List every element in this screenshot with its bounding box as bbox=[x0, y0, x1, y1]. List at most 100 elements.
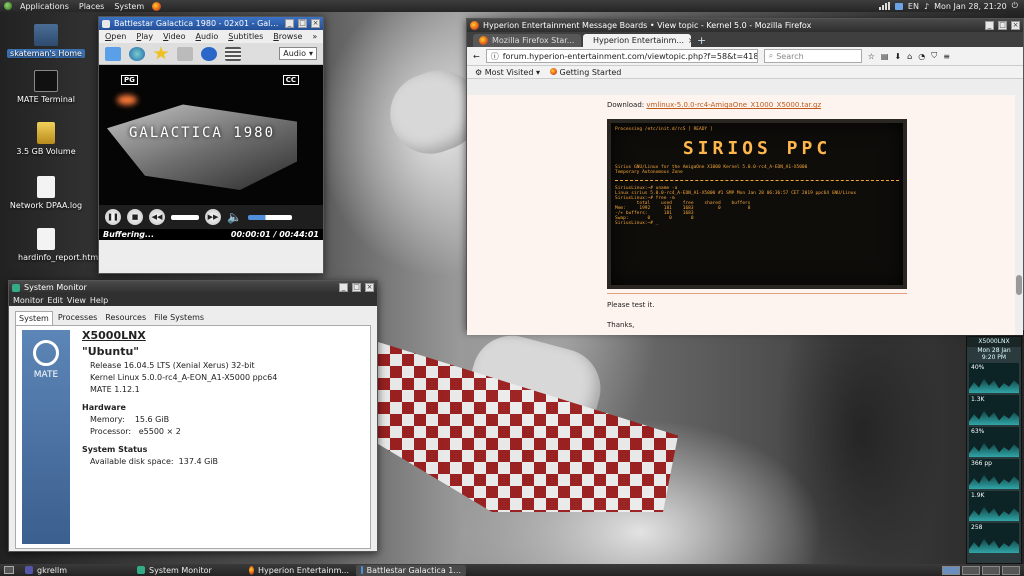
show-desktop-icon[interactable] bbox=[4, 566, 14, 574]
audio-track-select[interactable]: Audio ▾ bbox=[279, 47, 317, 60]
volume-icon[interactable]: 🔈 bbox=[227, 210, 242, 224]
media-player-toolbar: Audio ▾ bbox=[99, 43, 323, 65]
pocket-icon[interactable]: ◔ bbox=[918, 52, 925, 61]
desktop-icon-log[interactable]: Network DPAA.log bbox=[6, 176, 86, 210]
tab-firefox-start[interactable]: Mozilla Firefox Star... bbox=[473, 34, 581, 47]
task-media-player[interactable]: Battlestar Galactica 1... bbox=[356, 564, 466, 576]
desktop-icon-terminal[interactable]: MATE Terminal bbox=[6, 70, 86, 104]
task-firefox[interactable]: Hyperion Entertainm... bbox=[244, 565, 354, 576]
menu-overflow-icon[interactable]: » bbox=[312, 32, 317, 41]
gkrellm-graph bbox=[969, 442, 1019, 457]
gkrellm-panel[interactable]: 1.3K bbox=[969, 395, 1019, 425]
tab-processes[interactable]: Processes bbox=[55, 311, 100, 325]
tab-hyperion[interactable]: Hyperion Entertainm... × bbox=[583, 34, 691, 47]
gkrellm-monitor: X5000LNX Mon 28 Jan 9:20 PM 40% 1.3K 63%… bbox=[966, 336, 1022, 564]
bookmark-star-icon[interactable]: ☆ bbox=[868, 52, 875, 61]
memory-value: 15.6 GiB bbox=[134, 415, 170, 424]
forward-button[interactable]: ▶▶ bbox=[205, 209, 221, 225]
keyboard-layout-indicator[interactable]: EN bbox=[908, 2, 919, 11]
menu-open[interactable]: Open bbox=[105, 32, 126, 41]
system-monitor-titlebar[interactable]: System Monitor _ □ × bbox=[9, 281, 377, 294]
firefox-launcher-icon[interactable] bbox=[152, 1, 162, 11]
gkrellm-panel[interactable]: 1.9K bbox=[969, 491, 1019, 521]
task-label: Hyperion Entertainm... bbox=[258, 565, 349, 575]
close-button[interactable]: × bbox=[311, 19, 320, 28]
minimize-button[interactable]: _ bbox=[285, 19, 294, 28]
menu-monitor[interactable]: Monitor bbox=[13, 296, 43, 305]
tab-file-systems[interactable]: File Systems bbox=[151, 311, 207, 325]
desktop-icon-html[interactable]: hardinfo_report.html bbox=[6, 228, 100, 262]
maximize-button[interactable]: □ bbox=[998, 21, 1007, 30]
menu-help[interactable]: Help bbox=[90, 296, 108, 305]
reading-list-icon[interactable]: ▤ bbox=[881, 52, 889, 61]
menu-view[interactable]: View bbox=[67, 296, 86, 305]
task-gkrellm[interactable]: gkrellm bbox=[20, 565, 130, 576]
scrollbar-thumb[interactable] bbox=[1016, 275, 1022, 295]
gkrellm-panel[interactable]: 40% bbox=[969, 363, 1019, 393]
firefox-titlebar[interactable]: Hyperion Entertainment Message Boards • … bbox=[467, 19, 1023, 32]
workspace-4[interactable] bbox=[1002, 565, 1020, 575]
video-area[interactable]: PG CC GALACTICA 1980 bbox=[99, 65, 323, 205]
search-bar[interactable]: ⌕ Search bbox=[763, 49, 862, 63]
gkrellm-panel[interactable]: 63% bbox=[969, 427, 1019, 457]
volume-icon[interactable]: ♪ bbox=[924, 2, 929, 11]
info-icon[interactable] bbox=[201, 46, 217, 61]
workspace-2[interactable] bbox=[962, 565, 980, 575]
favorites-star-icon[interactable] bbox=[153, 46, 169, 60]
gkrellm-graph bbox=[969, 474, 1019, 489]
desktop-icon-home[interactable]: skateman's Home bbox=[6, 24, 86, 58]
url-bar[interactable]: ⓘ forum.hyperion-entertainment.com/viewt… bbox=[485, 49, 758, 63]
display-icon[interactable] bbox=[894, 2, 903, 10]
gkrellm-panel[interactable]: 258 bbox=[969, 523, 1019, 553]
tab-resources[interactable]: Resources bbox=[102, 311, 149, 325]
minimize-button[interactable]: _ bbox=[339, 283, 348, 292]
workspace-1[interactable] bbox=[942, 565, 960, 575]
media-player-titlebar[interactable]: Battlestar Galactica 1980 - 02x01 - Gala… bbox=[99, 17, 323, 30]
close-button[interactable]: × bbox=[365, 283, 374, 292]
stop-button[interactable]: ■ bbox=[127, 209, 143, 225]
open-file-icon[interactable] bbox=[105, 46, 121, 61]
shield-icon[interactable]: ⛉ bbox=[931, 51, 937, 61]
menu-play[interactable]: Play bbox=[136, 32, 153, 41]
power-icon[interactable]: ⏻ bbox=[1012, 1, 1018, 11]
menu-places[interactable]: Places bbox=[77, 2, 106, 11]
minimize-button[interactable]: _ bbox=[985, 21, 994, 30]
mate-logo-text: MATE bbox=[33, 370, 59, 380]
screenshot-icon[interactable] bbox=[177, 46, 193, 61]
pause-button[interactable]: ❚❚ bbox=[105, 209, 121, 225]
menu-edit[interactable]: Edit bbox=[47, 296, 63, 305]
menu-system[interactable]: System bbox=[112, 2, 146, 11]
new-tab-button[interactable]: + bbox=[693, 34, 710, 47]
close-tab-icon[interactable]: × bbox=[688, 36, 691, 45]
rewind-button[interactable]: ◀◀ bbox=[149, 209, 165, 225]
hamburger-menu-icon[interactable]: ≡ bbox=[943, 52, 950, 61]
menu-video[interactable]: Video bbox=[163, 32, 185, 41]
desktop-icon-volume[interactable]: 3.5 GB Volume bbox=[6, 122, 86, 156]
back-icon[interactable]: ← bbox=[473, 52, 480, 61]
menu-audio[interactable]: Audio bbox=[195, 32, 218, 41]
tab-system[interactable]: System bbox=[15, 311, 53, 325]
bookmark-most-visited[interactable]: ⚙ Most Visited ▾ bbox=[475, 68, 540, 77]
top-clock[interactable]: Mon Jan 28, 21:20 bbox=[934, 2, 1007, 11]
menu-subtitles[interactable]: Subtitles bbox=[228, 32, 263, 41]
bookmark-getting-started[interactable]: Getting Started bbox=[549, 67, 621, 77]
menu-applications[interactable]: Applications bbox=[18, 2, 71, 11]
seek-bar[interactable] bbox=[171, 214, 199, 220]
task-system-monitor[interactable]: System Monitor bbox=[132, 565, 242, 576]
home-icon[interactable]: ⌂ bbox=[907, 52, 912, 61]
downloads-icon[interactable]: ⬇ bbox=[894, 52, 901, 61]
maximize-button[interactable]: □ bbox=[352, 283, 361, 292]
network-signal-icon[interactable] bbox=[878, 2, 890, 10]
page-scrollbar[interactable] bbox=[1015, 95, 1023, 335]
gkrellm-panel[interactable]: 366 pp bbox=[969, 459, 1019, 489]
volume-slider[interactable] bbox=[247, 214, 292, 220]
workspace-3[interactable] bbox=[982, 565, 1000, 575]
close-button[interactable]: × bbox=[1011, 21, 1020, 30]
menu-browse[interactable]: Browse bbox=[273, 32, 302, 41]
mate-menu-icon[interactable] bbox=[4, 2, 12, 10]
maximize-button[interactable]: □ bbox=[298, 19, 307, 28]
globe-icon[interactable] bbox=[129, 46, 145, 61]
gkrellm-panel-label: 1.9K bbox=[971, 492, 985, 499]
playlist-icon[interactable] bbox=[225, 46, 241, 61]
download-link[interactable]: vmlinux-5.0.0-rc4-AmigaOne_X1000_X5000.t… bbox=[646, 101, 821, 109]
